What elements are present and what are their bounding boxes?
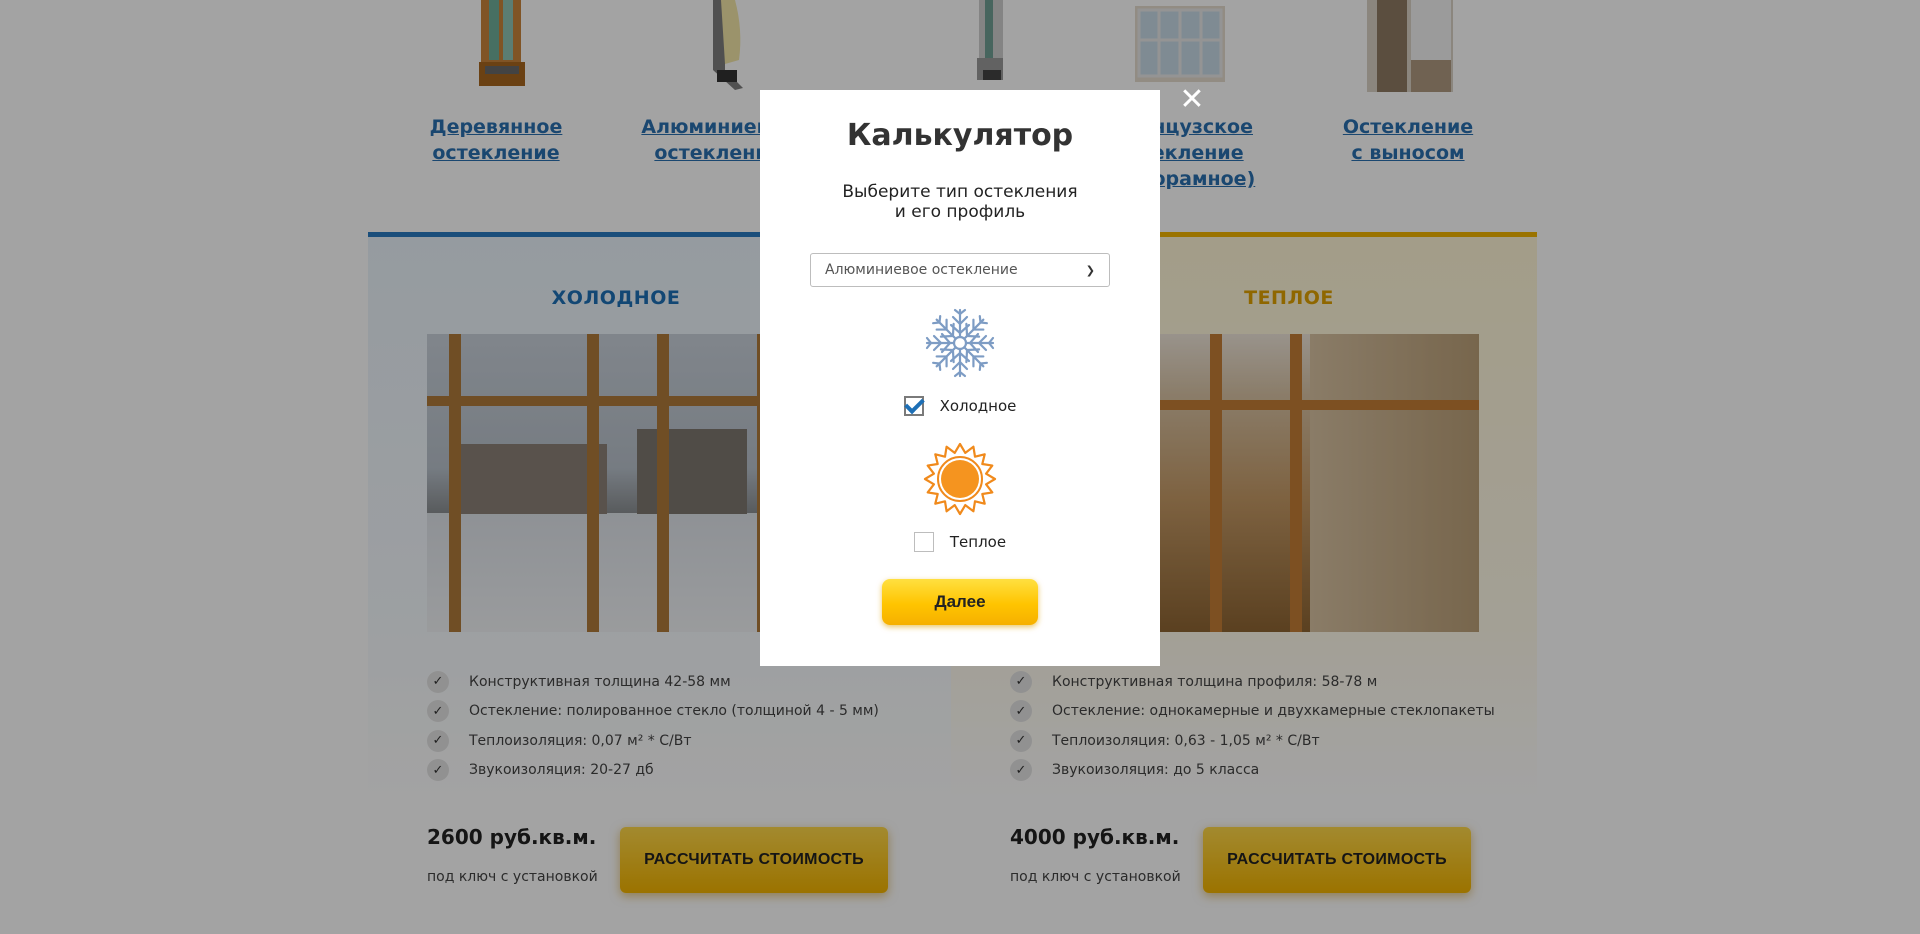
close-icon[interactable]: ✕ xyxy=(1178,85,1206,115)
modal-title: Калькулятор xyxy=(846,118,1074,153)
sun-icon xyxy=(923,442,997,516)
warm-option[interactable]: Теплое xyxy=(760,532,1160,552)
cold-option-label: Холодное xyxy=(939,397,1017,415)
chevron-down-icon: ❯ xyxy=(1085,263,1095,277)
next-button[interactable]: Далее xyxy=(882,579,1038,625)
modal-subtitle: Выберите тип остекления и его профиль xyxy=(842,182,1078,222)
warm-option-label: Теплое xyxy=(949,533,1007,551)
calculator-modal: Калькулятор Выберите тип остекления и ег… xyxy=(760,90,1160,666)
warm-checkbox[interactable] xyxy=(913,532,934,552)
cold-checkbox[interactable] xyxy=(903,396,924,416)
select-value: Алюминиевое остекление xyxy=(825,262,1018,278)
snowflake-icon xyxy=(923,306,997,380)
glazing-type-select[interactable]: Алюминиевое остекление ❯ xyxy=(810,253,1110,287)
cold-option[interactable]: Холодное xyxy=(760,396,1160,416)
